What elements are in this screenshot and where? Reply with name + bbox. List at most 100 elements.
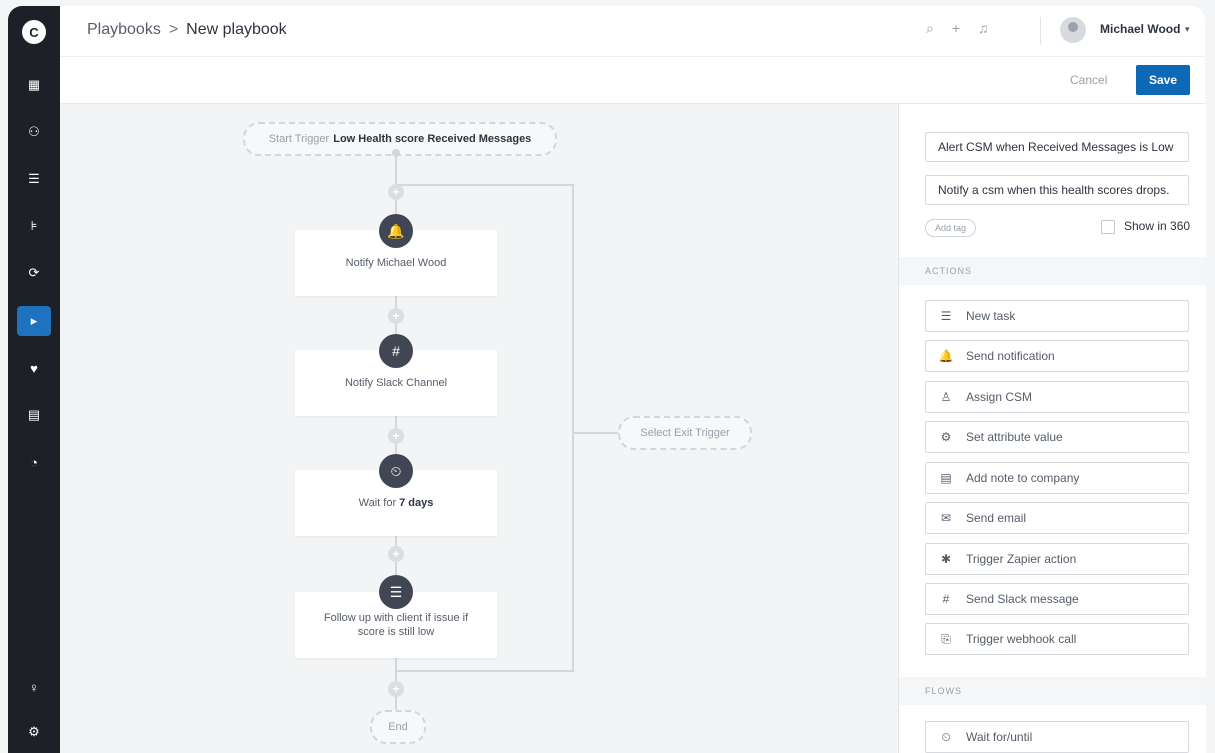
speed-icon: ◔ [30,454,38,470]
exit-branch-bottom-line [396,670,574,672]
left-nav-rail: C ▦ ⚇ ☰ ⊧ ⟳ ▸ ♥ ▤ ◔ ♀ ⚙ [8,6,60,753]
action-label: Trigger webhook call [966,632,1077,646]
action-trigger-webhook[interactable]: ⎘ Trigger webhook call [925,623,1189,655]
start-trigger-label: Start Trigger [268,133,330,145]
nav-sync[interactable]: ⟳ [17,258,51,288]
timer-icon: ⏲ [941,729,951,744]
lightbulb-icon: ♀ [29,679,39,695]
nav-dashboard[interactable]: ▦ [17,70,51,100]
end-label: End [388,721,408,733]
add-step-button[interactable]: + [388,428,404,444]
webhook-icon: ⎘ [941,631,951,646]
action-label: Assign CSM [966,390,1033,404]
step-label: Notify Michael Wood [345,257,447,269]
step-label: Notify Slack Channel [344,377,448,389]
checklist-icon: ☰ [379,575,413,609]
wait-duration: 7 days [399,497,434,509]
actions-section-header: ACTIONS [899,257,1206,285]
playbook-name-field[interactable]: Alert CSM when Received Messages is Low [925,132,1189,162]
start-connector-dot [392,149,400,157]
calculator-icon: ▤ [27,407,41,422]
health-icon: ♥ [30,360,38,376]
exit-branch-top-line [396,184,574,186]
chevron-down-icon[interactable]: ▾ [1185,24,1190,35]
cancel-button[interactable]: Cancel [1070,73,1107,87]
action-new-task[interactable]: ☰ New task [925,300,1189,332]
nav-users[interactable]: ⚇ [17,117,51,147]
show-in-360-checkbox[interactable] [1101,220,1115,234]
avatar[interactable] [1060,17,1086,43]
add-tag-button[interactable]: Add tag [925,219,977,237]
tasks-icon: ☰ [28,171,40,186]
nav-playbooks[interactable]: ▸ [17,306,51,336]
action-label: Send notification [966,349,1055,363]
action-send-email[interactable]: ✉ Send email [925,502,1189,534]
nav-settings[interactable]: ⚙ [17,717,51,747]
action-set-attribute[interactable]: ⚙ Set attribute value [925,421,1189,453]
breadcrumb: Playbooks > New playbook [87,21,287,39]
action-label: Set attribute value [966,430,1063,444]
top-header: Playbooks > New playbook ⌕ + ♫ Michael Woo… [60,6,1205,57]
user-menu-name[interactable]: Michael Wood [1100,22,1180,36]
playbook-canvas[interactable]: Start Trigger Low Health score Received M… [60,104,897,753]
action-label: Wait for/until [966,730,1033,744]
slack-icon: # [942,592,950,606]
assign-user-icon: ♙ [940,390,952,404]
users-icon: ⚇ [28,124,40,139]
bell-icon: 🔔 [379,214,413,248]
save-button[interactable]: Save [1136,65,1190,95]
flow-wait-for-until[interactable]: ⏲ Wait for/until [925,721,1189,753]
action-label: Send Slack message [966,592,1079,606]
plus-icon[interactable]: + [952,20,960,37]
zapier-icon: ✱ [940,552,952,566]
show-in-360-label[interactable]: Show in 360 [1124,219,1190,233]
playbook-settings-panel: Alert CSM when Received Messages is Low … [898,104,1206,753]
exit-trigger-connector [573,432,621,434]
action-assign-csm[interactable]: ♙ Assign CSM [925,381,1189,413]
breadcrumb-playbooks[interactable]: Playbooks [87,21,161,38]
action-toolbar: Cancel Save [60,57,1205,104]
add-step-button[interactable]: + [388,184,404,200]
playbook-name-value: Alert CSM when Received Messages is Low [938,140,1174,154]
app-logo[interactable]: C [22,20,46,44]
add-step-button[interactable]: + [388,308,404,324]
nav-speed[interactable]: ◔ [17,447,51,477]
mail-icon: ✉ [940,511,952,525]
actions-header-label: ACTIONS [925,266,973,276]
action-send-notification[interactable]: 🔔 Send notification [925,340,1189,372]
flows-section-header: FLOWS [899,677,1206,705]
nav-hierarchy[interactable]: ⊧ [17,211,51,241]
nav-calculator[interactable]: ▤ [17,400,51,430]
action-trigger-zapier[interactable]: ✱ Trigger Zapier action [925,543,1189,575]
nav-tasks[interactable]: ☰ [17,164,51,194]
dashboard-icon: ▦ [27,77,41,92]
nav-health[interactable]: ♥ [17,353,51,383]
end-node: End [370,710,426,744]
action-label: Trigger Zapier action [966,552,1077,566]
action-send-slack[interactable]: # Send Slack message [925,583,1189,615]
note-icon: ▤ [940,471,952,485]
action-label: Send email [966,511,1027,525]
search-icon[interactable]: ⌕ [926,20,934,37]
add-step-button[interactable]: + [388,546,404,562]
header-divider [1040,17,1041,45]
playbooks-icon: ▸ [30,313,38,328]
gears-icon: ⚙ [940,430,952,444]
start-trigger-value: Low Health score Received Messages [333,133,532,145]
nav-ideas[interactable]: ♀ [17,672,51,702]
exit-branch-line [572,184,574,671]
action-label: Add note to company [966,471,1080,485]
bell-icon[interactable]: ♫ [978,20,989,37]
add-step-button[interactable]: + [388,681,404,697]
sync-icon: ⟳ [28,265,40,280]
flows-header-label: FLOWS [925,686,963,696]
start-trigger[interactable]: Start Trigger Low Health score Received M… [243,122,557,156]
exit-trigger[interactable]: Select Exit Trigger [618,416,752,450]
exit-trigger-label: Select Exit Trigger [640,427,730,439]
action-add-note[interactable]: ▤ Add note to company [925,462,1189,494]
slack-icon: # [379,334,413,368]
action-label: New task [966,309,1016,323]
task-icon: ☰ [940,309,952,323]
playbook-description-field[interactable]: Notify a csm when this health scores dro… [925,175,1189,205]
settings-icon: ⚙ [28,724,40,739]
